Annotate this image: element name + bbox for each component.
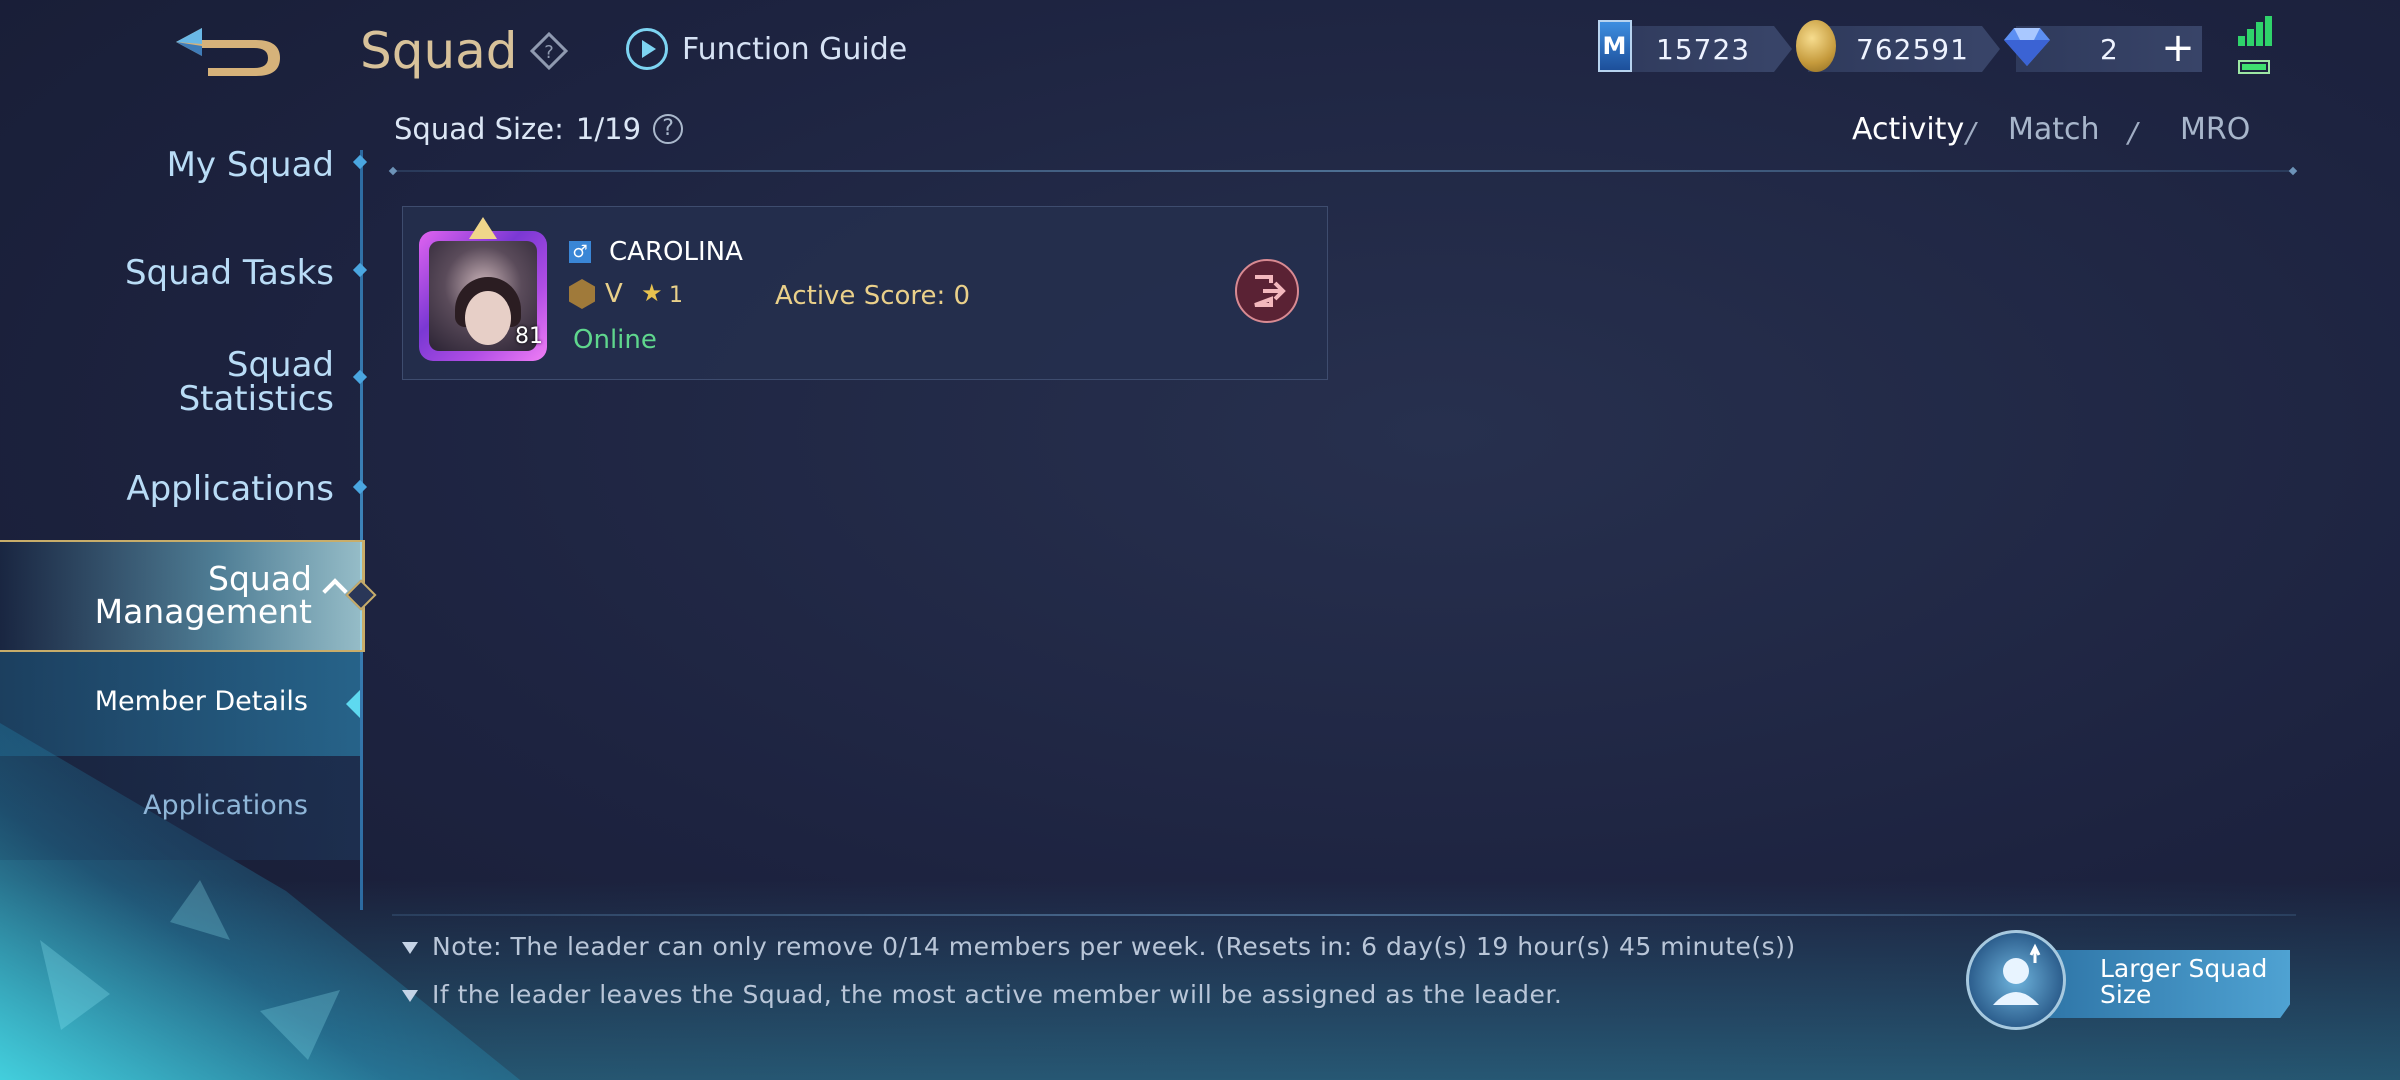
larger-squad-size-label: Larger Squad Size	[2100, 954, 2268, 1009]
rank-stars: 1	[669, 283, 683, 308]
help-icon[interactable]: ?	[529, 31, 569, 71]
battery-icon	[2238, 60, 2270, 74]
active-pointer-icon	[346, 690, 360, 718]
sidebar-item-squad-management[interactable]: Squad Management	[0, 540, 365, 652]
sidebar-dot	[352, 154, 368, 170]
player-name: CAROLINA	[609, 237, 743, 267]
sidebar-item-squad-tasks[interactable]: Squad Tasks	[125, 256, 334, 290]
sort-tab-activity[interactable]: Activity	[1852, 112, 1964, 147]
sidebar-dot	[352, 262, 368, 278]
svg-text:?: ?	[544, 42, 554, 63]
back-button[interactable]	[168, 18, 286, 80]
gold-value: 762591	[1856, 32, 1969, 66]
members-upgrade-icon	[1966, 930, 2066, 1030]
page-title: Squad	[360, 22, 518, 80]
rank-tier: V	[605, 279, 623, 309]
function-guide-label: Function Guide	[682, 31, 908, 67]
chevron-up-icon	[322, 578, 348, 604]
play-icon	[626, 28, 668, 70]
squad-size-label: Squad Size:	[394, 112, 564, 146]
tab-separator: /	[1966, 116, 1976, 149]
subnav-item-label: Applications	[143, 790, 308, 821]
sidebar-item-squad-statistics[interactable]: Squad Statistics	[179, 348, 334, 416]
sort-tab-match[interactable]: Match	[2008, 112, 2100, 147]
member-card[interactable]: 81 ♂ CAROLINA V ★ 1 Active Score: 0 Onli…	[402, 206, 1328, 380]
divider-endcap	[2288, 166, 2298, 176]
function-guide-button[interactable]: Function Guide	[626, 28, 907, 70]
bullet-triangle-icon	[402, 942, 418, 954]
note-leader-leaves: If the leader leaves the Squad, the most…	[402, 980, 1562, 1009]
squad-size: Squad Size: 1/19 ?	[394, 112, 684, 146]
signal-icon	[2238, 16, 2274, 46]
gold-display: 762591	[1796, 20, 2000, 72]
star-icon: ★	[641, 279, 663, 307]
note-remove-limit: Note: The leader can only remove 0/14 me…	[402, 932, 1796, 961]
diamonds-value: 2	[2100, 32, 2119, 66]
divider	[392, 170, 2296, 172]
battle-points-display: M 15723	[1598, 20, 1792, 72]
divider-endcap	[388, 166, 398, 176]
sidebar-item-label: Squad Management	[94, 559, 312, 631]
larger-squad-size-button[interactable]: Larger Squad Size	[1966, 930, 2290, 1030]
bullet-triangle-icon	[402, 990, 418, 1002]
squad-size-value: 1/19	[575, 112, 642, 146]
male-icon: ♂	[569, 241, 591, 263]
note-text: Note: The leader can only remove 0/14 me…	[432, 932, 1796, 961]
crown-icon	[469, 217, 497, 239]
add-diamonds-button[interactable]: +	[2160, 28, 2196, 68]
sort-tab-mro[interactable]: MRO	[2180, 112, 2250, 147]
online-status: Online	[573, 325, 657, 355]
subnav-item-applications[interactable]: Applications	[0, 756, 360, 860]
sidebar-item-applications[interactable]: Applications	[126, 472, 334, 506]
gold-coins-icon	[1796, 20, 1836, 72]
subnav-item-member-details[interactable]: Member Details	[0, 652, 360, 756]
rank-badge-icon	[569, 279, 595, 309]
avatar[interactable]: 81	[419, 217, 547, 363]
tab-separator: /	[2128, 116, 2138, 149]
sidebar-item-my-squad[interactable]: My Squad	[167, 148, 334, 182]
note-text: If the leader leaves the Squad, the most…	[432, 980, 1563, 1009]
active-score: Active Score: 0	[775, 281, 971, 311]
divider	[392, 914, 2296, 916]
battle-points-icon: M	[1598, 20, 1632, 72]
help-icon[interactable]: ?	[653, 114, 684, 144]
player-level: 81	[515, 324, 543, 349]
sidebar-dot	[352, 369, 368, 385]
battle-points-value: 15723	[1656, 32, 1751, 66]
diamond-icon	[2004, 26, 2050, 75]
subnav-item-label: Member Details	[94, 686, 308, 717]
exit-icon	[1254, 275, 1286, 307]
leave-squad-button[interactable]	[1235, 259, 1299, 323]
back-arrow-icon	[176, 28, 280, 76]
sidebar-dot	[352, 479, 368, 495]
